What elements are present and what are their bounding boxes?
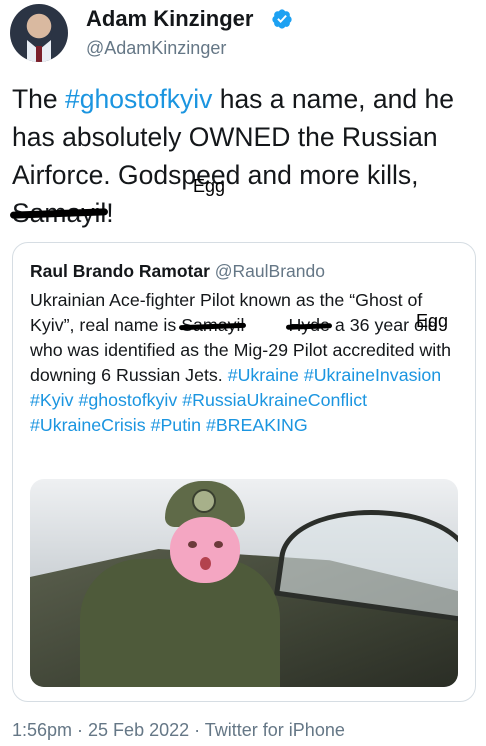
hashtag-link[interactable]: #BREAKING: [206, 415, 308, 435]
egg-face: [170, 517, 240, 583]
hashtag-link[interactable]: #Putin: [151, 415, 201, 435]
overlay-label: Egg: [416, 311, 449, 331]
overlay-label: Egg: [193, 176, 226, 196]
face-eye: [214, 541, 223, 548]
quoted-tweet-text: Ukrainian Ace-fighter Pilot known as the…: [30, 288, 470, 438]
author-handle[interactable]: @AdamKinzinger: [86, 38, 226, 59]
quoted-author-name: Raul Brando Ramotar: [30, 261, 210, 281]
face-eye: [188, 541, 197, 548]
tweet-text-part: The: [12, 84, 66, 114]
pilot-body: [80, 559, 280, 687]
hashtag-link[interactable]: #ghostofkyiv: [78, 390, 177, 410]
helmet-badge: [192, 489, 216, 513]
redacted-name: Samayil: [181, 313, 244, 338]
author-avatar[interactable]: [10, 4, 68, 62]
pilot-photo[interactable]: [30, 479, 458, 687]
hashtag-link[interactable]: #UkraineInvasion: [304, 365, 441, 385]
tweet-text: The #ghostofkyiv has a name, and he has …: [12, 80, 480, 232]
verified-badge-icon: [272, 9, 292, 29]
avatar-tie: [36, 46, 42, 62]
hashtag-link[interactable]: #RussiaUkraineConflict: [182, 390, 367, 410]
quoted-tweet[interactable]: Raul Brando Ramotar @RaulBrando Ukrainia…: [12, 242, 476, 702]
hashtag-link[interactable]: #Ukraine: [228, 365, 299, 385]
author-name[interactable]: Adam Kinzinger: [86, 6, 253, 32]
tweet-meta[interactable]: 1:56pm · 25 Feb 2022 · Twitter for iPhon…: [12, 720, 345, 741]
redacted-name: Samayil: [12, 194, 106, 232]
hashtag-link[interactable]: #Kyiv: [30, 390, 73, 410]
hashtag-link[interactable]: #ghostofkyiv: [65, 84, 212, 114]
quoted-author[interactable]: Raul Brando Ramotar @RaulBrando: [30, 261, 325, 282]
hashtag-link[interactable]: #UkraineCrisis: [30, 415, 146, 435]
quoted-author-handle: @RaulBrando: [214, 261, 325, 281]
face-mouth: [200, 557, 211, 570]
redacted-surname: Hyde: [288, 313, 330, 338]
